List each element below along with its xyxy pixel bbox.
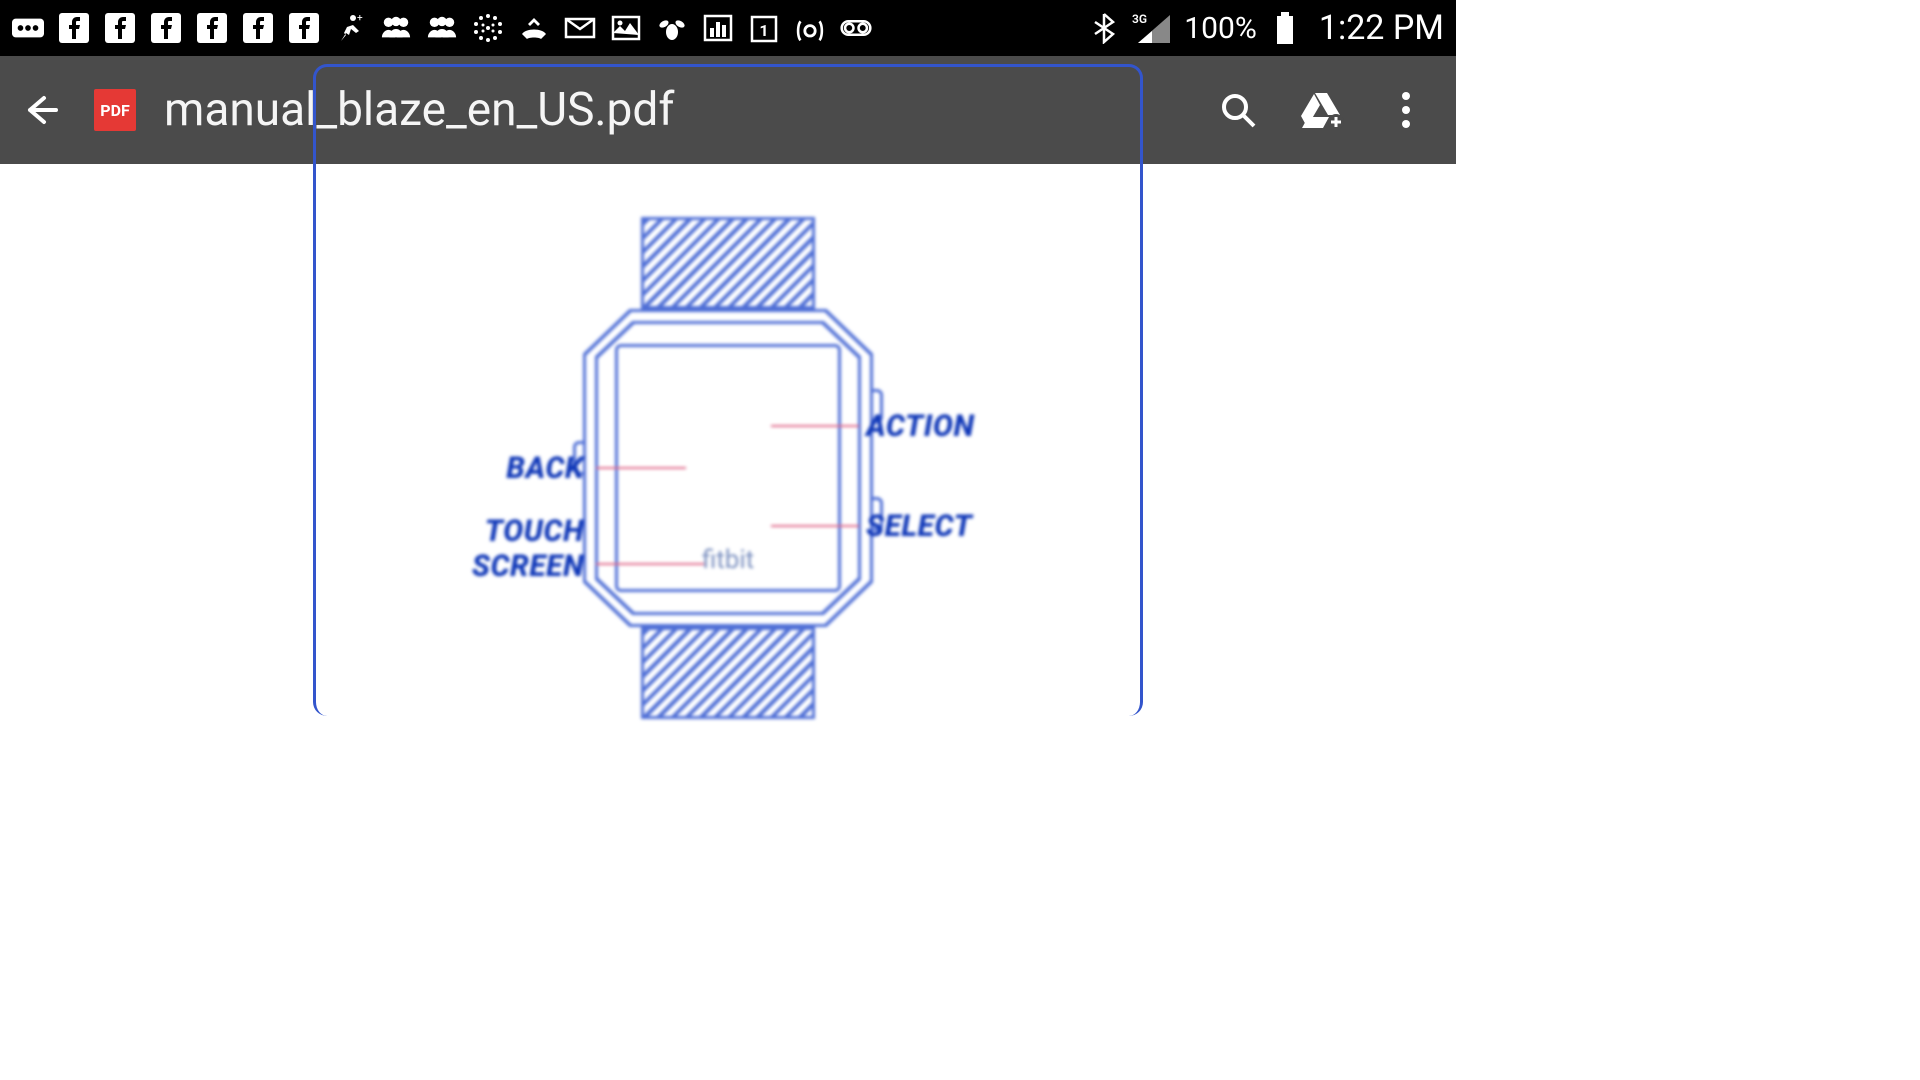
app-bar-actions (1216, 88, 1428, 132)
group-icon (380, 12, 412, 44)
leader-line-icon (771, 525, 859, 527)
circular-dots-icon (472, 12, 504, 44)
watch-strap-top-icon (641, 217, 815, 309)
bar-chart-icon (702, 12, 734, 44)
bluetooth-icon (1088, 12, 1120, 44)
status-left-icons: + 1 (12, 12, 1074, 44)
svg-text:+: + (357, 13, 363, 24)
more-notifications-icon (12, 12, 44, 44)
facebook-icon (150, 12, 182, 44)
pdf-page: fitbit BACK TOUCH SCREEN ACTION SELECT (313, 64, 1143, 716)
email-icon (564, 12, 596, 44)
svg-text:1: 1 (759, 21, 768, 40)
clock-label: 1:22 PM (1319, 8, 1444, 48)
broadcast-icon (794, 12, 826, 44)
leader-line-icon (596, 563, 704, 565)
label-select: SELECT (866, 509, 972, 544)
label-back: BACK (506, 451, 584, 486)
android-status-bar: + 1 3G 100% 1:22 PM (0, 0, 1456, 56)
image-icon (610, 12, 642, 44)
watch-strap-bottom-icon (641, 627, 815, 719)
document-viewport[interactable]: fitbit BACK TOUCH SCREEN ACTION SELECT (0, 164, 1456, 816)
facebook-icon (288, 12, 320, 44)
back-button[interactable] (18, 86, 66, 134)
label-touch-line1: TOUCH (485, 514, 584, 549)
battery-icon (1269, 12, 1301, 44)
facebook-icon (58, 12, 90, 44)
watch-diagram: fitbit BACK TOUCH SCREEN ACTION SELECT (316, 167, 1140, 827)
voicemail-icon (840, 12, 872, 44)
group-icon (426, 12, 458, 44)
network-type-label: 3G (1132, 12, 1147, 26)
status-right-icons: 3G 100% 1:22 PM (1088, 8, 1444, 48)
pdf-badge-icon: PDF (94, 89, 136, 131)
leader-line-icon (771, 425, 859, 427)
overflow-menu-button[interactable] (1384, 88, 1428, 132)
battery-percent-label: 100% (1184, 11, 1257, 46)
facebook-icon (196, 12, 228, 44)
label-action: ACTION (866, 409, 974, 444)
signal-icon: 3G (1132, 12, 1172, 44)
bee-icon (656, 12, 688, 44)
facebook-icon (104, 12, 136, 44)
watch-brand-label: fitbit (618, 545, 838, 575)
running-person-icon: + (334, 12, 366, 44)
facebook-icon (242, 12, 274, 44)
drive-add-button[interactable] (1300, 88, 1344, 132)
label-touch-screen: TOUCH SCREEN (472, 515, 584, 584)
search-button[interactable] (1216, 88, 1260, 132)
label-touch-line2: SCREEN (472, 549, 584, 584)
missed-call-icon (518, 12, 550, 44)
leader-line-icon (596, 467, 686, 469)
calendar-one-icon: 1 (748, 12, 780, 44)
